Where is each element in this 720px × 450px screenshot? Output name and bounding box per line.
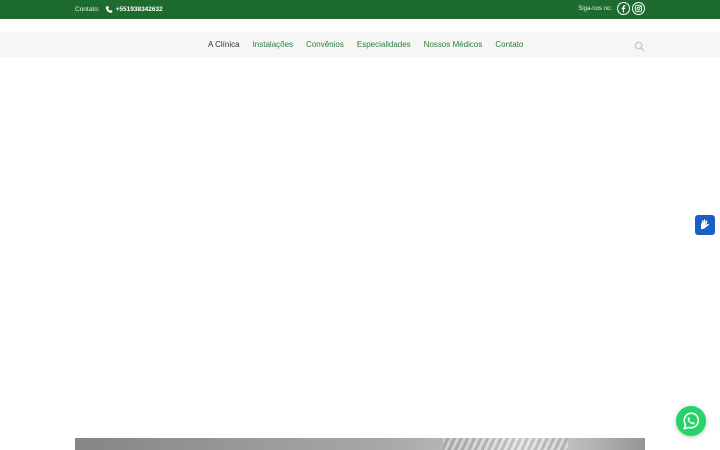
instagram-icon: [634, 4, 643, 13]
phone-handset-icon: [105, 5, 113, 14]
facebook-link[interactable]: [617, 2, 630, 15]
search-button[interactable]: [634, 39, 645, 52]
social-links: Siga-nos no:: [578, 2, 645, 15]
accessibility-widget-button[interactable]: [695, 215, 715, 235]
top-bar: Contato: +551938342632 Siga-nos no:: [0, 0, 720, 19]
hero-banner-image: [75, 438, 645, 450]
nav-menu: A Clínica Instalações Convênios Especial…: [208, 32, 536, 57]
search-icon: [634, 41, 645, 52]
sign-language-hands-icon: [701, 219, 710, 229]
nav-item-nossos-medicos[interactable]: Nossos Médicos: [424, 40, 483, 49]
contact-info: Contato: +551938342632: [75, 5, 163, 14]
whatsapp-chat-button[interactable]: [676, 406, 706, 436]
nav-item-contato[interactable]: Contato: [495, 40, 523, 49]
main-navigation: A Clínica Instalações Convênios Especial…: [0, 32, 720, 57]
nav-item-instalacoes[interactable]: Instalações: [253, 40, 293, 49]
whatsapp-icon: [683, 412, 700, 430]
nav-item-convenios[interactable]: Convênios: [306, 40, 344, 49]
contact-phone-number[interactable]: +551938342632: [116, 6, 163, 13]
social-label: Siga-nos no:: [578, 5, 612, 12]
contact-label: Contato:: [75, 6, 100, 13]
nav-item-especialidades[interactable]: Especialidades: [357, 40, 411, 49]
facebook-icon: [621, 5, 626, 13]
instagram-link[interactable]: [632, 2, 645, 15]
nav-item-a-clinica[interactable]: A Clínica: [208, 40, 240, 49]
